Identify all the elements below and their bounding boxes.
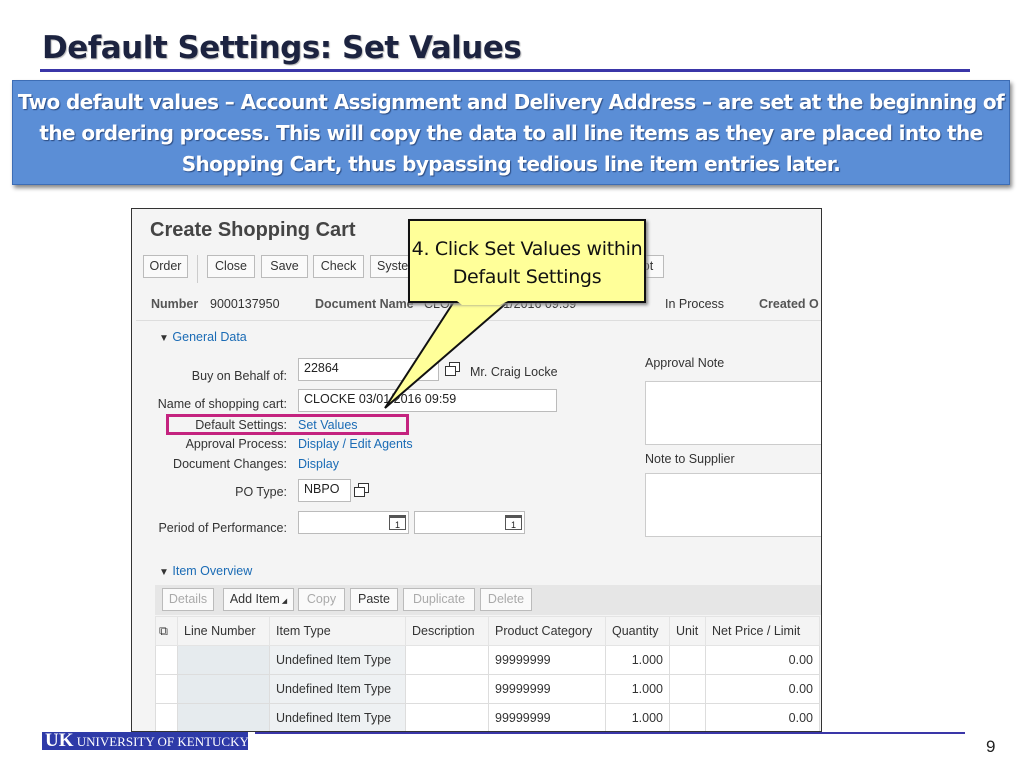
logo-text: UNIVERSITY OF KENTUCKY	[76, 734, 249, 749]
logo-mark: UK	[45, 730, 74, 751]
footer-divider	[255, 732, 965, 734]
tail-join	[457, 301, 508, 305]
university-logo: UK UNIVERSITY OF KENTUCKY	[42, 730, 249, 751]
callout-tail-cover	[457, 301, 508, 305]
page-number: 9	[986, 737, 996, 756]
